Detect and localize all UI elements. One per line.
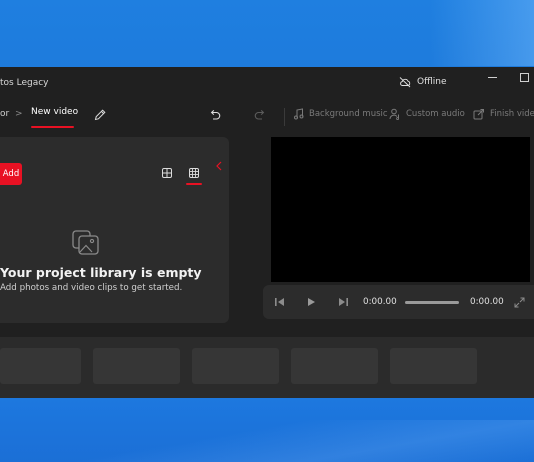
- finish-video-label: Finish video: [490, 109, 534, 119]
- toolbar-divider: [284, 108, 285, 126]
- chevron-left-icon[interactable]: [215, 161, 223, 171]
- custom-audio-label: Custom audio: [406, 109, 465, 119]
- storyboard-slot[interactable]: [390, 348, 477, 384]
- total-time: 0:00.00: [470, 297, 504, 307]
- offline-status[interactable]: Offline: [399, 76, 447, 88]
- custom-audio-icon: [389, 108, 400, 120]
- expand-icon[interactable]: [514, 297, 525, 308]
- background-music-button[interactable]: Background music: [293, 108, 388, 120]
- playback-controls: 0:00.00 0:00.00: [263, 285, 534, 319]
- current-time: 0:00.00: [363, 297, 397, 307]
- photos-empty-icon: [72, 230, 99, 255]
- next-frame-icon[interactable]: [338, 297, 349, 307]
- add-button[interactable]: Add: [0, 163, 22, 185]
- finish-video-button[interactable]: Finish video: [473, 108, 534, 120]
- desktop-highlight: [430, 0, 534, 66]
- breadcrumb-current-project[interactable]: New video: [31, 107, 78, 117]
- editor-toolbar: or > New video Background music Custom a…: [0, 99, 534, 135]
- undo-icon[interactable]: [208, 108, 222, 122]
- grid-large-view-icon[interactable]: [161, 167, 173, 179]
- storyboard-slot[interactable]: [93, 348, 180, 384]
- video-preview: [271, 137, 530, 282]
- cloud-off-icon: [399, 77, 411, 88]
- app-window: tos Legacy Offline or > New video Backgr…: [0, 67, 534, 398]
- previous-frame-icon[interactable]: [274, 297, 285, 307]
- offline-label: Offline: [417, 77, 447, 87]
- background-music-label: Background music: [309, 109, 388, 119]
- seek-bar[interactable]: [405, 301, 459, 304]
- grid-small-view-icon[interactable]: [188, 167, 200, 179]
- maximize-button[interactable]: [520, 73, 529, 82]
- rename-pencil-icon[interactable]: [93, 108, 107, 122]
- breadcrumb-video-editor[interactable]: or: [0, 109, 9, 119]
- redo-icon[interactable]: [253, 108, 267, 122]
- breadcrumb-separator: >: [15, 109, 23, 119]
- breadcrumb-active-indicator: [31, 126, 74, 128]
- empty-library-subtitle: Add photos and video clips to get starte…: [0, 283, 183, 293]
- title-bar: tos Legacy Offline: [0, 67, 534, 99]
- storyboard-slot[interactable]: [0, 348, 81, 384]
- project-library-panel: Add Your project library is empty Add ph…: [0, 137, 229, 323]
- app-title: tos Legacy: [0, 78, 49, 88]
- custom-audio-button[interactable]: Custom audio: [389, 108, 465, 120]
- add-button-label: Add: [2, 169, 20, 179]
- minimize-button[interactable]: [488, 77, 497, 78]
- storyboard-slot[interactable]: [192, 348, 279, 384]
- music-note-icon: [294, 108, 304, 120]
- empty-library-title: Your project library is empty: [0, 265, 202, 280]
- storyboard-panel: [0, 337, 534, 398]
- desktop-streak: [0, 420, 534, 462]
- play-icon[interactable]: [306, 297, 316, 307]
- storyboard-slot[interactable]: [291, 348, 378, 384]
- view-mode-active-indicator: [186, 183, 202, 185]
- export-icon: [473, 109, 484, 120]
